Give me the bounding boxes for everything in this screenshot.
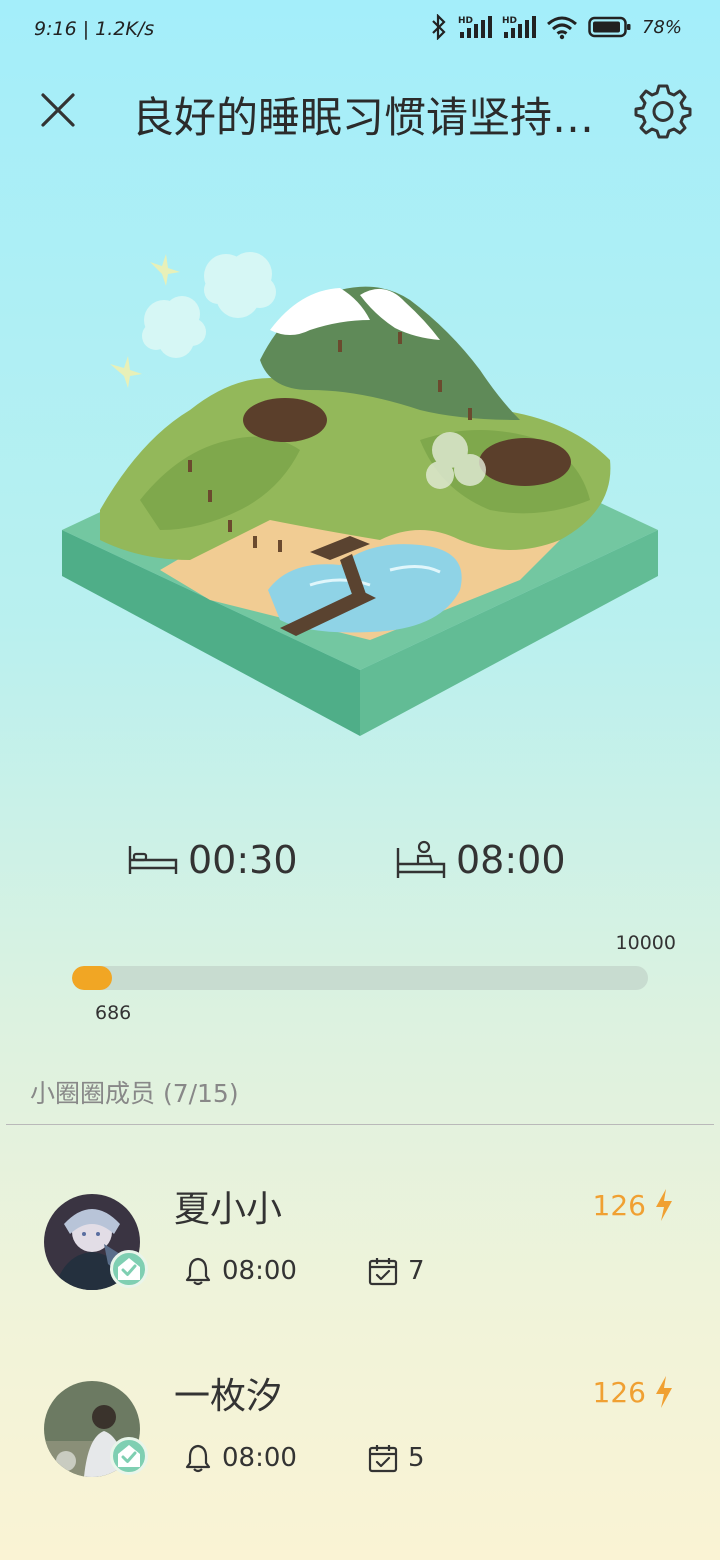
member-score-value: 126	[592, 1375, 646, 1409]
member-avatar[interactable]	[44, 1381, 148, 1477]
member-alarm: 08:00	[184, 1443, 297, 1473]
progress-bar	[72, 966, 648, 990]
waketime-value: 08:00	[456, 838, 566, 882]
battery-percent: 78%	[641, 16, 682, 38]
island-illustration	[40, 240, 680, 760]
member-alarm-time: 08:00	[222, 1443, 297, 1473]
verified-badge-icon	[110, 1250, 148, 1288]
calendar-check-icon	[368, 1445, 398, 1473]
svg-text:HD: HD	[502, 16, 517, 26]
bell-icon	[185, 1257, 211, 1286]
wifi-icon	[547, 16, 577, 40]
battery-icon	[588, 16, 631, 38]
progress-max-label: 10000	[615, 932, 676, 954]
bedtime-display: 00:30	[128, 832, 298, 888]
settings-button[interactable]	[634, 82, 692, 140]
member-score-value: 126	[592, 1188, 646, 1222]
member-score: 126	[593, 1375, 674, 1409]
wake-bed-icon	[396, 840, 446, 878]
lightning-icon	[656, 1189, 672, 1221]
signal-icon-2: HD	[502, 16, 536, 38]
bed-icon	[128, 846, 178, 874]
progress-current-label: 686	[95, 1002, 132, 1024]
member-checkin: 5	[368, 1443, 425, 1473]
status-bar: 9:16 | 1.2K/s HD HD 78%	[0, 0, 720, 62]
member-checkin-days: 5	[408, 1443, 425, 1473]
section-divider	[6, 1124, 714, 1125]
member-name: 夏小小	[174, 1189, 283, 1230]
bedtime-value: 00:30	[188, 838, 298, 882]
close-button[interactable]	[34, 86, 82, 134]
calendar-check-icon	[368, 1258, 398, 1286]
member-avatar[interactable]	[44, 1194, 148, 1290]
bluetooth-icon	[432, 14, 446, 40]
member-name: 一枚汐	[174, 1376, 283, 1417]
member-checkin-days: 7	[408, 1256, 425, 1286]
bell-icon	[185, 1444, 211, 1473]
waketime-display: 08:00	[396, 832, 566, 888]
gear-icon	[634, 84, 692, 139]
status-time-speed: 9:16 | 1.2K/s	[34, 18, 155, 40]
verified-badge-icon	[110, 1437, 148, 1475]
lightning-icon	[656, 1376, 672, 1408]
signal-icon-1: HD	[458, 16, 492, 38]
members-section-title: 小圈圈成员 (7/15)	[30, 1079, 239, 1108]
member-alarm: 08:00	[184, 1256, 297, 1286]
member-checkin: 7	[368, 1256, 425, 1286]
close-icon	[41, 93, 75, 127]
member-alarm-time: 08:00	[222, 1256, 297, 1286]
svg-text:HD: HD	[458, 16, 473, 26]
member-score: 126	[593, 1188, 674, 1222]
status-icons: HD HD 78%	[430, 14, 682, 40]
page-title: 良好的睡眠习惯请坚持…	[132, 93, 595, 142]
member-row[interactable]: 夏小小 126 08:00 7	[0, 1180, 720, 1330]
member-row[interactable]: 一枚汐 126 08:00 5	[0, 1367, 720, 1517]
progress-fill	[72, 966, 112, 990]
